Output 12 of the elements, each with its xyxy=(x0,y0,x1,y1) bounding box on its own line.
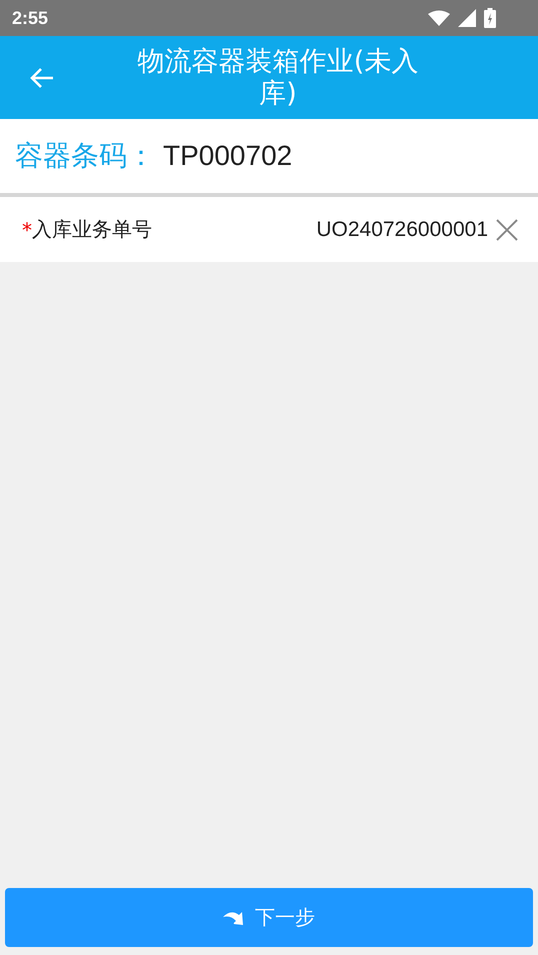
battery-icon xyxy=(484,8,496,28)
required-mark: * xyxy=(22,218,32,242)
page-title: 物流容器装箱作业(未入库) xyxy=(136,46,420,110)
signal-icon xyxy=(458,9,476,27)
back-arrow-icon[interactable] xyxy=(29,66,55,90)
wifi-icon xyxy=(428,10,450,26)
order-number-field[interactable]: UO240726000001 xyxy=(316,218,488,242)
field-label: 入库业务单号 xyxy=(32,216,152,243)
container-label: 容器条码： xyxy=(15,138,155,174)
container-code: TP000702 xyxy=(163,140,292,172)
close-icon[interactable] xyxy=(496,218,518,240)
status-time: 2:55 xyxy=(12,8,48,28)
